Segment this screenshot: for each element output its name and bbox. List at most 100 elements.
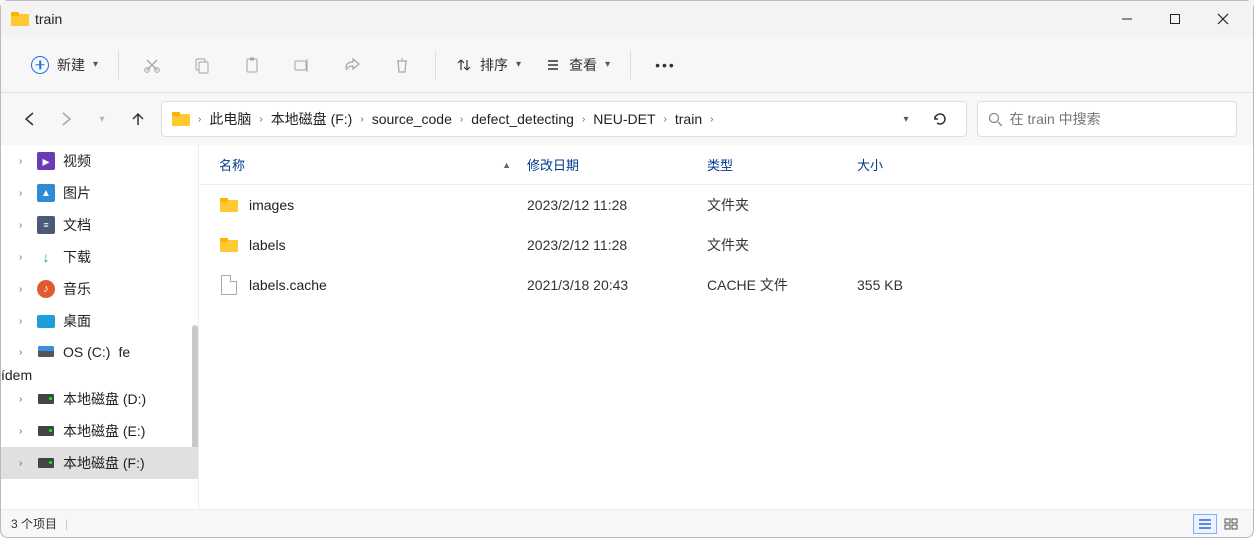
file-date: 2023/2/12 11:28 [519, 233, 699, 257]
recent-button[interactable]: ▾ [89, 106, 115, 132]
search-box[interactable] [977, 101, 1237, 137]
refresh-button[interactable] [924, 103, 956, 135]
sidebar-item-drive-f[interactable]: › 本地磁盘 (F:) [1, 447, 198, 479]
up-button[interactable] [125, 106, 151, 132]
column-header-name[interactable]: 名称 ▲ [199, 149, 519, 180]
item-count: 3 个项目 [11, 515, 57, 532]
file-icon [219, 275, 239, 295]
sidebar-item-music[interactable]: › ♪ 音乐 [1, 273, 198, 305]
sidebar-item-drive-d[interactable]: › 本地磁盘 (D:) [1, 383, 198, 415]
details-view-button[interactable] [1193, 514, 1217, 534]
sidebar-item-label: 下载 [63, 247, 91, 267]
sort-button[interactable]: 排序 ▾ [446, 47, 531, 83]
sidebar-item-label: 本地磁盘 (F:) [63, 453, 145, 473]
minimize-button[interactable] [1103, 1, 1151, 37]
sidebar-item-label: OS (C:) [63, 344, 110, 360]
paste-icon [243, 56, 261, 74]
refresh-icon [932, 111, 948, 127]
chevron-right-icon: › [257, 114, 264, 125]
file-row[interactable]: labels 2023/2/12 11:28 文件夹 [199, 225, 1253, 265]
rename-icon [293, 56, 311, 74]
file-row[interactable]: labels.cache 2021/3/18 20:43 CACHE 文件 35… [199, 265, 1253, 305]
chevron-down-icon: ▾ [516, 59, 521, 70]
file-name: labels.cache [249, 277, 327, 293]
window-title: train [35, 11, 62, 27]
column-header-size[interactable]: 大小 [849, 149, 969, 180]
file-size [849, 241, 969, 249]
breadcrumb[interactable]: › 此电脑 › 本地磁盘 (F:) › source_code › defect… [161, 101, 967, 137]
chevron-right-icon: › [19, 252, 29, 263]
file-size [849, 201, 969, 209]
share-button[interactable] [329, 48, 375, 82]
sidebar-item-desktop[interactable]: › 桌面 [1, 305, 198, 337]
search-input[interactable] [1010, 111, 1226, 127]
sidebar-item-label: 图片 [63, 183, 91, 203]
cut-button[interactable] [129, 48, 175, 82]
sidebar-item-label: 视频 [63, 151, 91, 171]
sidebar-item-videos[interactable]: › ▸ 视频 [1, 145, 198, 177]
chevron-right-icon: › [196, 114, 203, 125]
chevron-right-icon: › [19, 156, 29, 167]
plus-circle-icon [31, 56, 49, 74]
drive-icon [37, 390, 55, 408]
breadcrumb-item[interactable]: 本地磁盘 (F:) [267, 105, 357, 133]
forward-button[interactable] [53, 106, 79, 132]
desktop-icon [37, 315, 55, 328]
column-header-type[interactable]: 类型 [699, 149, 849, 180]
sidebar-item-label: 本地磁盘 (E:) [63, 421, 145, 441]
file-date: 2021/3/18 20:43 [519, 273, 699, 297]
chevron-down-icon: ▾ [99, 114, 104, 125]
file-list: 名称 ▲ 修改日期 类型 大小 images 2023/2/12 11:28 文… [199, 145, 1253, 509]
file-size: 355 KB [849, 273, 969, 297]
sidebar-item-drive-e[interactable]: › 本地磁盘 (E:) [1, 415, 198, 447]
toolbar: 新建 ▾ 排序 ▾ 查看 ▾ ••• [1, 37, 1253, 93]
separator [630, 51, 631, 79]
sidebar-item-downloads[interactable]: › ↓ 下载 [1, 241, 198, 273]
delete-button[interactable] [379, 48, 425, 82]
drive-icon [37, 343, 55, 361]
breadcrumb-item[interactable]: source_code [368, 107, 456, 131]
sort-asc-icon: ▲ [502, 160, 511, 170]
rename-button[interactable] [279, 48, 325, 82]
breadcrumb-dropdown-button[interactable]: ▾ [890, 103, 922, 135]
more-button[interactable]: ••• [641, 49, 690, 81]
breadcrumb-item[interactable]: train [671, 107, 706, 131]
chevron-down-icon: ▾ [903, 114, 908, 125]
cut-icon [143, 56, 161, 74]
copy-icon [193, 56, 211, 74]
column-header-date[interactable]: 修改日期 [519, 149, 699, 180]
separator [118, 51, 119, 79]
breadcrumb-item[interactable]: NEU-DET [589, 107, 659, 131]
view-button[interactable]: 查看 ▾ [535, 47, 620, 83]
titlebar: train [1, 1, 1253, 37]
back-button[interactable] [17, 106, 43, 132]
sidebar-item-pictures[interactable]: › ▲ 图片 [1, 177, 198, 209]
chevron-right-icon: › [19, 394, 29, 405]
search-icon [988, 112, 1002, 127]
paste-button[interactable] [229, 48, 275, 82]
sidebar-item-documents[interactable]: › ≡ 文档 [1, 209, 198, 241]
minimize-icon [1121, 13, 1133, 25]
chevron-right-icon: › [458, 114, 465, 125]
close-button[interactable] [1199, 1, 1247, 37]
new-button[interactable]: 新建 ▾ [21, 47, 108, 83]
file-name: labels [249, 237, 286, 253]
copy-button[interactable] [179, 48, 225, 82]
breadcrumb-item[interactable]: 此电脑 [205, 105, 255, 133]
maximize-button[interactable] [1151, 1, 1199, 37]
chevron-right-icon: › [19, 188, 29, 199]
file-row[interactable]: images 2023/2/12 11:28 文件夹 [199, 185, 1253, 225]
close-icon [1217, 13, 1229, 25]
sidebar-item-label: 音乐 [63, 279, 91, 299]
arrow-up-icon [130, 111, 146, 127]
navigation-row: ▾ › 此电脑 › 本地磁盘 (F:) › source_code › defe… [1, 93, 1253, 145]
chevron-right-icon: › [19, 458, 29, 469]
chevron-right-icon: › [19, 220, 29, 231]
thumbnails-view-button[interactable] [1219, 514, 1243, 534]
sidebar-item-drive-c[interactable]: › OS (C:) fe [1, 337, 198, 367]
file-name: images [249, 197, 294, 213]
trash-icon [393, 56, 411, 74]
sort-label: 排序 [480, 55, 508, 75]
breadcrumb-item[interactable]: defect_detecting [467, 107, 578, 131]
video-icon: ▸ [37, 152, 55, 170]
